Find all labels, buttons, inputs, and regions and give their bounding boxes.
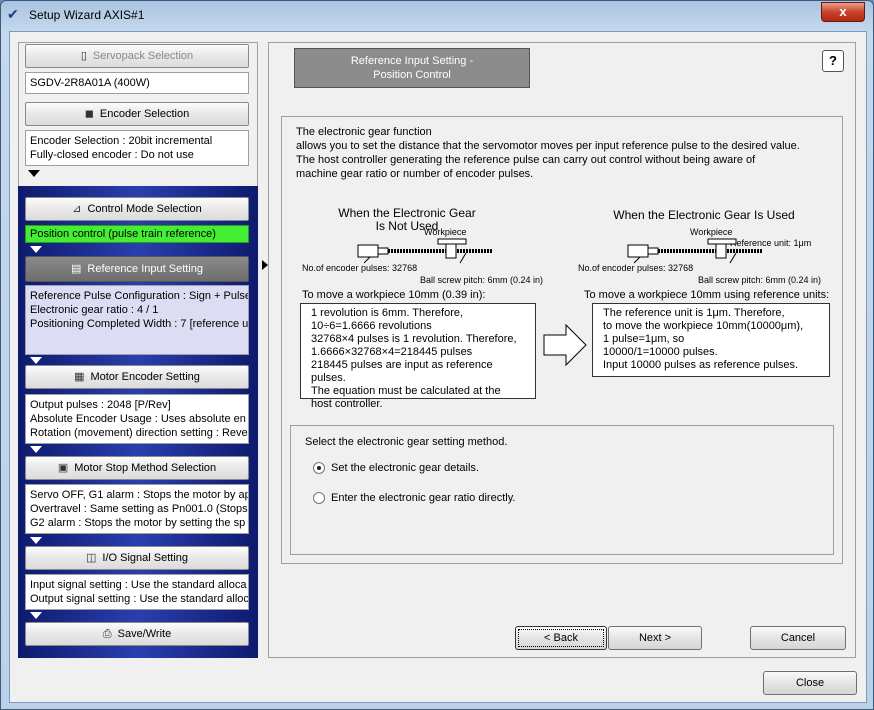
encoder-pulses-label-right: No.of encoder pulses: 32768 — [578, 263, 694, 273]
io-signal-info: Input signal setting : Use the standard … — [25, 574, 249, 610]
setup-wizard-window: ✔ Setup Wizard AXIS#1 x ▯ Servopack Selec… — [0, 0, 874, 710]
servopack-info: SGDV-2R8A01A (400W) — [25, 72, 249, 94]
encoder-selection-button[interactable]: ◼ Encoder Selection — [25, 102, 249, 126]
left-explanation-box: 1 revolution is 6mm. Therefore, 10÷6=1.6… — [300, 303, 536, 410]
step-arrow-icon — [30, 537, 42, 544]
motor-stop-method-button[interactable]: ▣ Motor Stop Method Selection — [25, 456, 249, 480]
reference-input-icon: ▤ — [71, 263, 82, 275]
right-arrow-icon — [543, 323, 587, 367]
enter-ratio-label[interactable]: Enter the electronic gear ratio directly… — [331, 492, 515, 504]
cancel-button[interactable]: Cancel — [750, 626, 846, 650]
reference-input-setting-button[interactable]: ▤ Reference Input Setting — [25, 256, 249, 282]
step-arrow-icon — [30, 357, 42, 364]
control-mode-icon: ⊿ — [72, 203, 82, 215]
diagram-title-not-used: When the Electronic Gear Is Not Used — [338, 206, 476, 233]
title-bar[interactable]: ✔ Setup Wizard AXIS#1 x — [1, 1, 873, 29]
reference-input-info: Reference Pulse Configuration : Sign + P… — [25, 285, 249, 355]
save-write-icon: ⎙ — [102, 628, 112, 640]
close-button[interactable]: Close — [763, 671, 857, 695]
window-close-button[interactable]: x — [821, 2, 865, 22]
encoder-icon: ◼ — [84, 108, 94, 120]
help-button[interactable]: ? — [822, 50, 844, 72]
encoder-info: Encoder Selection : 20bit incremental Fu… — [25, 130, 249, 166]
save-write-button[interactable]: ⎙ Save/Write — [25, 622, 249, 646]
left-move-text: To move a workpiece 10mm (0.39 in): — [302, 289, 486, 301]
step-arrow-icon — [28, 170, 40, 177]
wizard-app-icon: ✔ — [7, 6, 19, 22]
electronic-gear-content: The electronic gear function allows you … — [281, 116, 843, 564]
motor-encoder-info: Output pulses : 2048 [P/Rev] Absolute En… — [25, 394, 249, 444]
wizard-client-area: ▯ Servopack Selection SGDV-2R8A01A (400W)… — [9, 31, 867, 703]
io-signal-icon: ◫ — [85, 552, 97, 564]
ball-screw-label: Ball screw pitch: 6mm (0.24 in) — [420, 275, 544, 285]
step-arrow-icon — [30, 246, 42, 253]
right-explanation-box: The reference unit is 1μm. Therefore, to… — [592, 303, 830, 377]
set-details-label[interactable]: Set the electronic gear details. — [331, 462, 479, 474]
right-move-text: To move a workpiece 10mm using reference… — [584, 289, 830, 301]
ball-screw-diagram-icon — [357, 238, 492, 264]
diagram-title-used: When the Electronic Gear Is Used — [613, 208, 795, 222]
motor-stop-icon: ▣ — [57, 462, 69, 474]
control-mode-info: Position control (pulse train reference) — [25, 225, 249, 243]
back-button[interactable]: < Back — [515, 626, 607, 650]
encoder-pulses-label: No.of encoder pulses: 32768 — [302, 263, 418, 273]
page-heading: Reference Input Setting - Position Contr… — [294, 48, 530, 88]
step-arrow-icon — [30, 446, 42, 453]
servopack-selection-button[interactable]: ▯ Servopack Selection — [25, 44, 249, 68]
ball-screw-diagram-right-icon — [627, 238, 762, 264]
set-details-radio[interactable] — [313, 462, 325, 474]
motor-stop-info: Servo OFF, G1 alarm : Stops the motor by… — [25, 484, 249, 534]
window-title: Setup Wizard AXIS#1 — [29, 8, 145, 22]
io-signal-setting-button[interactable]: ◫ I/O Signal Setting — [25, 546, 249, 570]
motor-encoder-setting-button[interactable]: ▦ Motor Encoder Setting — [25, 365, 249, 389]
next-button[interactable]: Next > — [608, 626, 702, 650]
gear-method-group: Select the electronic gear setting metho… — [290, 425, 834, 555]
control-mode-selection-button[interactable]: ⊿ Control Mode Selection — [25, 197, 249, 221]
servopack-icon: ▯ — [80, 50, 87, 62]
step-arrow-icon — [30, 612, 42, 619]
ball-screw-label-right: Ball screw pitch: 6mm (0.24 in) — [698, 275, 822, 285]
enter-ratio-radio[interactable] — [313, 492, 325, 504]
description-text: The electronic gear function allows you … — [296, 126, 800, 180]
motor-encoder-icon: ▦ — [74, 371, 85, 383]
choice-prompt: Select the electronic gear setting metho… — [305, 436, 508, 448]
